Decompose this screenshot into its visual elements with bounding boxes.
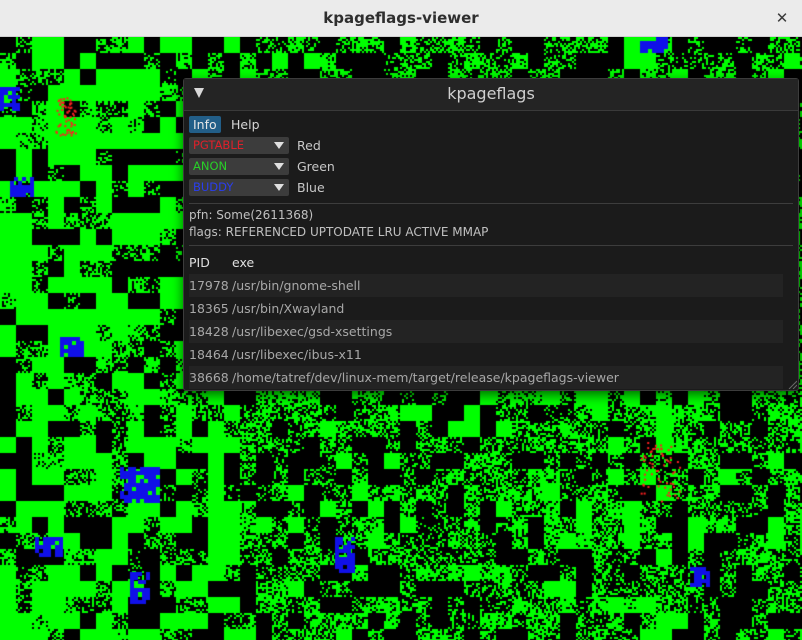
table-row[interactable]: 38668 /home/tatref/dev/linux-mem/target/…	[189, 366, 783, 389]
red-flag-select[interactable]: PGTABLE	[189, 137, 289, 154]
table-row[interactable]: 18428 /usr/libexec/gsd-xsettings	[189, 320, 783, 343]
table-row[interactable]: 18365 /usr/bin/Xwayland	[189, 297, 783, 320]
process-table: PID exe 17978 /usr/bin/gnome-shell 18365…	[189, 255, 783, 389]
blue-flag-value: BUDDY	[193, 180, 234, 194]
chevron-down-icon	[274, 163, 284, 170]
separator	[189, 245, 793, 246]
table-row[interactable]: 18464 /usr/libexec/ibus-x11	[189, 343, 783, 366]
pid-cell: 38668	[189, 370, 229, 385]
exe-column-header[interactable]: exe	[232, 255, 254, 270]
menu-info[interactable]: Info	[189, 116, 221, 133]
chevron-down-icon	[274, 142, 284, 149]
flags-text: flags: REFERENCED UPTODATE LRU ACTIVE MM…	[189, 225, 489, 239]
pid-column-header[interactable]: PID	[189, 255, 210, 270]
red-flag-value: PGTABLE	[193, 138, 244, 152]
exe-cell: /usr/libexec/ibus-x11	[232, 347, 362, 362]
green-flag-value: ANON	[193, 159, 228, 173]
panel-title: kpageflags	[447, 84, 535, 103]
pid-cell: 18464	[189, 347, 229, 362]
table-row[interactable]: 17978 /usr/bin/gnome-shell	[189, 274, 783, 297]
window-titlebar[interactable]: kpageflags-viewer ✕	[0, 0, 802, 37]
separator	[189, 203, 793, 204]
exe-cell: /usr/bin/Xwayland	[232, 301, 345, 316]
pfn-text: pfn: Some(2611368)	[189, 208, 314, 222]
pid-cell: 18365	[189, 301, 229, 316]
blue-channel-label: Blue	[297, 180, 325, 195]
pid-cell: 18428	[189, 324, 229, 339]
red-channel-label: Red	[297, 138, 321, 153]
menu-help[interactable]: Help	[227, 116, 264, 133]
blue-flag-select[interactable]: BUDDY	[189, 179, 289, 196]
exe-cell: /usr/bin/gnome-shell	[232, 278, 361, 293]
kpageflags-panel[interactable]: kpageflags Info Help PGTABLE Red ANON Gr…	[183, 78, 799, 391]
green-flag-select[interactable]: ANON	[189, 158, 289, 175]
table-header: PID exe	[189, 255, 783, 273]
exe-cell: /usr/libexec/gsd-xsettings	[232, 324, 393, 339]
close-icon[interactable]: ✕	[772, 8, 792, 28]
window-title: kpageflags-viewer	[323, 9, 479, 27]
panel-header[interactable]: kpageflags	[184, 79, 798, 111]
green-channel-label: Green	[297, 159, 335, 174]
exe-cell: /home/tatref/dev/linux-mem/target/releas…	[232, 370, 619, 385]
chevron-down-icon	[274, 184, 284, 191]
pid-cell: 17978	[189, 278, 229, 293]
resize-handle-icon[interactable]	[787, 379, 797, 389]
